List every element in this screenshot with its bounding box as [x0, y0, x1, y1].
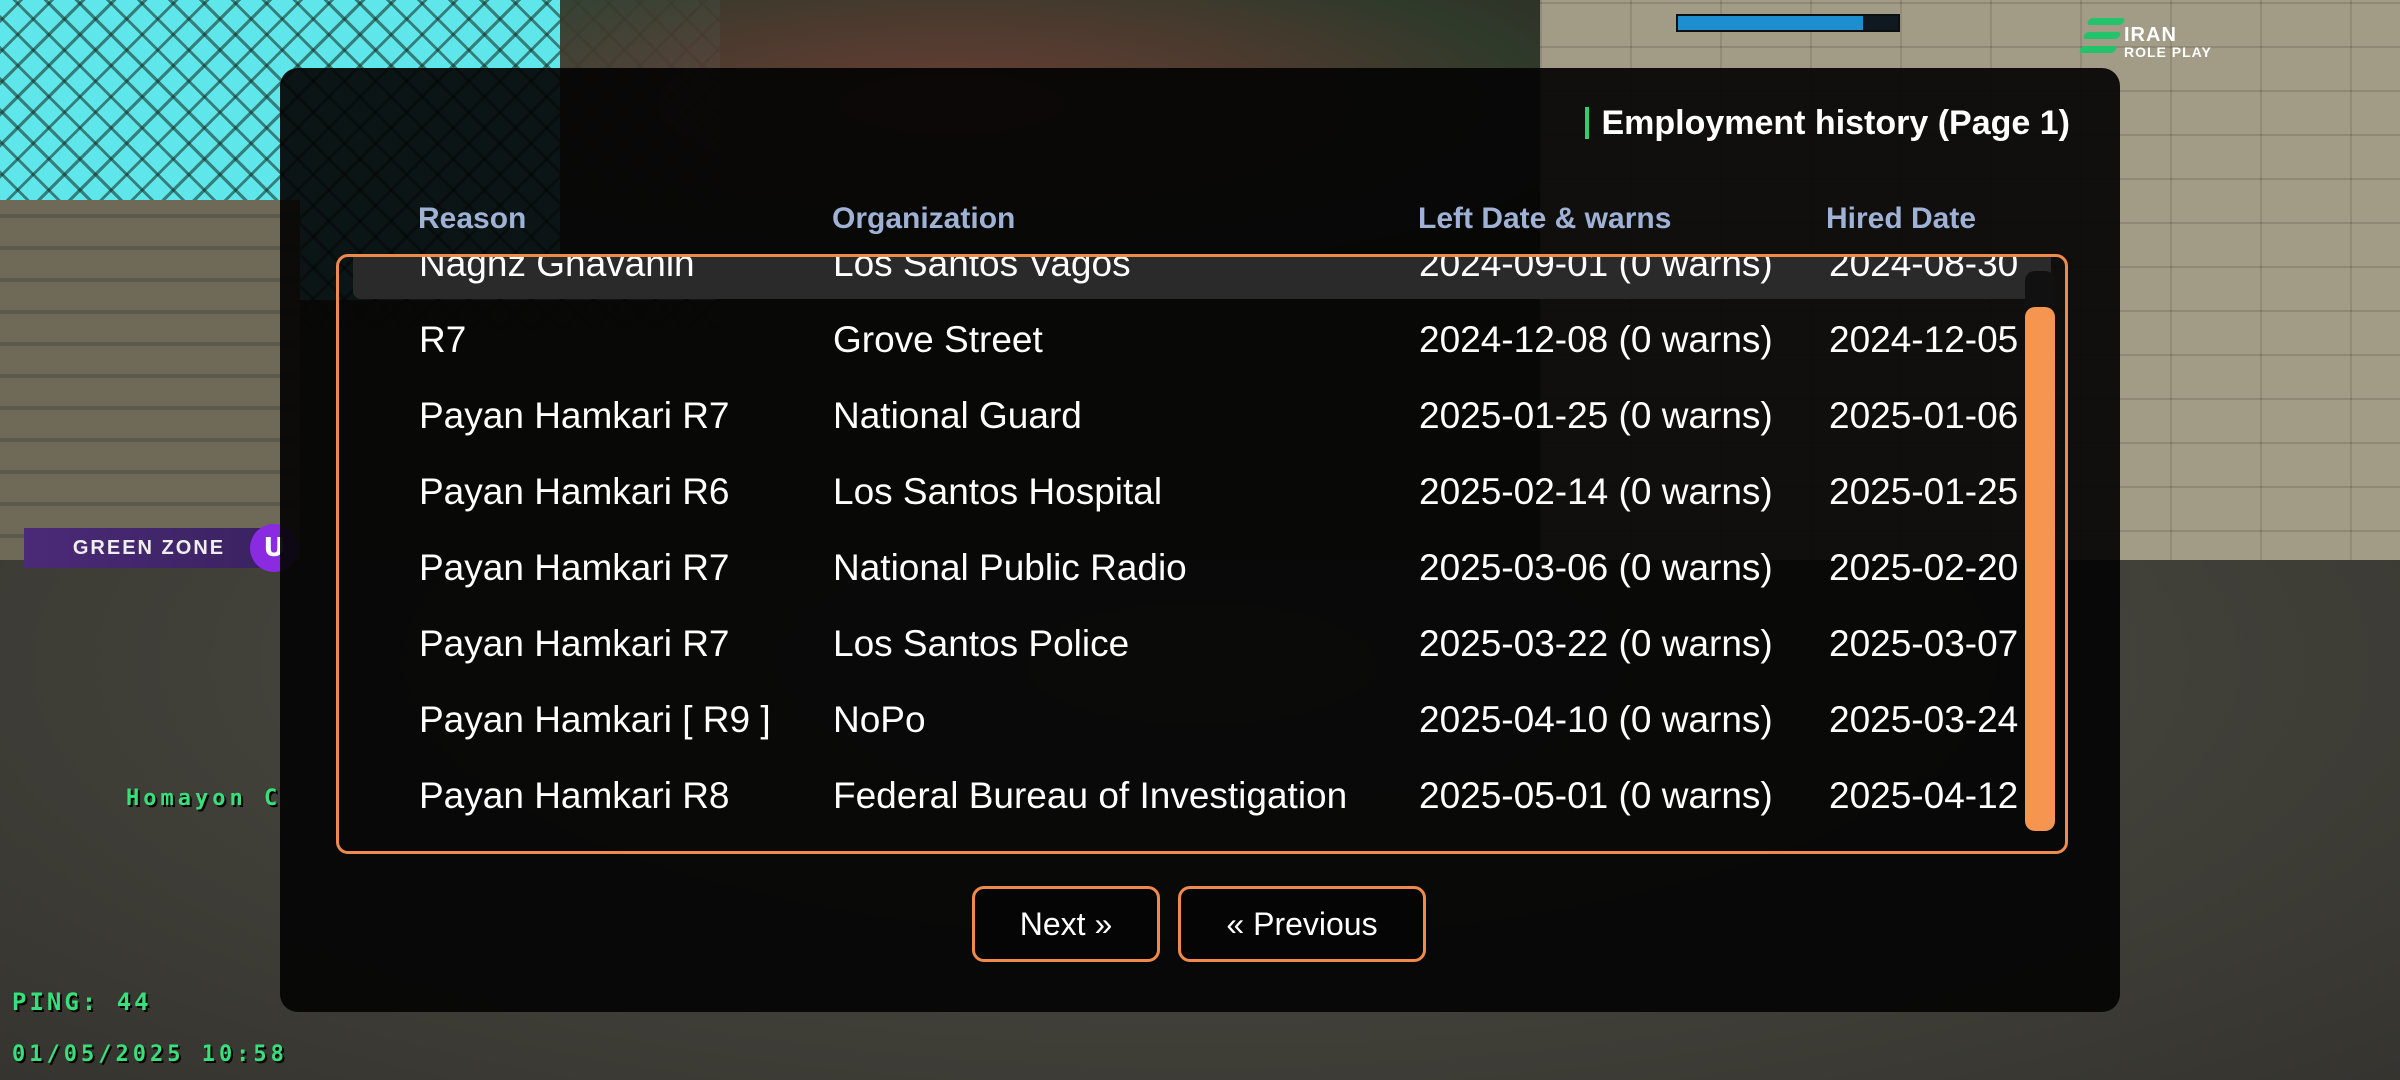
column-header-left-date: Left Date & warns	[1418, 202, 1672, 235]
player-name-tag: Homayon C	[126, 786, 282, 811]
table-row[interactable]: Payan Hamkari [ R9 ] NoPo 2025-04-10 (0 wa…	[339, 685, 2065, 761]
organization-cell: NoPo	[833, 699, 926, 740]
zone-label: GREEN ZONE	[24, 528, 274, 568]
left-date-cell: 2025-01-25 (0 warns)	[1419, 395, 1773, 436]
table-row[interactable]: Payan Hamkari R7 Los Santos Police 2025-03…	[339, 609, 2065, 685]
datetime-readout: 01/05/2025 10:58	[12, 1042, 288, 1067]
reason-cell: Naghz Ghavanin	[419, 254, 695, 284]
table-row[interactable]: Payan Hamkari R6 Los Santos Hospital 2025-…	[339, 457, 2065, 533]
reason-cell: Payan Hamkari R7	[419, 547, 730, 588]
scrollbar[interactable]	[2025, 271, 2055, 837]
next-page-button[interactable]: Next »	[972, 886, 1160, 962]
reason-cell: Payan Hamkari R6	[419, 471, 730, 512]
organization-cell: National Guard	[833, 395, 1082, 436]
hired-date-cell: 2025-04-12	[1829, 775, 2019, 816]
table-row[interactable]: R7 Grove Street 2024-12-08 (0 warns) 2024-1…	[339, 305, 2065, 381]
dialog-title-text: Employment history (Page 1)	[1601, 104, 2070, 142]
reason-cell: Payan Hamkari R7	[419, 395, 730, 436]
dialog-title: Employment history (Page 1)	[1585, 104, 2070, 143]
organization-cell: Los Santos Vagos	[833, 254, 1131, 284]
left-date-cell: 2025-02-14 (0 warns)	[1419, 471, 1773, 512]
employment-history-dialog: Employment history (Page 1) Reason Organ…	[280, 68, 2120, 1012]
hired-date-cell: 2025-01-25	[1829, 471, 2019, 512]
table-row[interactable]: Payan Hamkari R7 National Guard 2025-01-25…	[339, 381, 2065, 457]
health-bar-fill	[1678, 16, 1863, 30]
organization-cell: Federal Bureau of Investigation	[833, 775, 1348, 816]
column-header-reason: Reason	[418, 202, 527, 235]
logo-icon	[2078, 18, 2126, 58]
scrollbar-thumb[interactable]	[2025, 307, 2055, 831]
history-rows: Naghz Ghavanin Los Santos Vagos 2024-09-01…	[339, 254, 2065, 837]
hired-date-cell: 2025-01-06	[1829, 395, 2019, 436]
zone-badge: GREEN ZONE U	[24, 524, 324, 572]
left-date-cell: 2025-03-06 (0 warns)	[1419, 547, 1773, 588]
ping-readout: PING: 44	[12, 988, 152, 1016]
title-accent	[1585, 107, 1590, 140]
logo-text-line2: ROLE PLAY	[2124, 44, 2212, 60]
left-date-cell: 2024-09-01 (0 warns)	[1419, 254, 1773, 284]
reason-cell: Payan Hamkari [ R9 ]	[419, 699, 771, 740]
table-row[interactable]: Naghz Ghavanin Los Santos Vagos 2024-09-01…	[339, 254, 2065, 305]
organization-cell: Grove Street	[833, 319, 1043, 360]
reason-cell: Payan Hamkari R7	[419, 623, 730, 664]
column-header-organization: Organization	[832, 202, 1016, 235]
scrollbar-track-top	[2025, 271, 2055, 307]
hired-date-cell: 2025-03-24	[1829, 699, 2019, 740]
hired-date-cell: 2025-02-20	[1829, 547, 2019, 588]
reason-cell: R7	[419, 319, 467, 360]
left-date-cell: 2025-04-10 (0 warns)	[1419, 699, 1773, 740]
left-date-cell: 2025-03-22 (0 warns)	[1419, 623, 1773, 664]
hired-date-cell: 2025-03-07	[1829, 623, 2019, 664]
organization-cell: Los Santos Police	[833, 623, 1130, 664]
organization-cell: Los Santos Hospital	[833, 471, 1163, 512]
history-list[interactable]: Naghz Ghavanin Los Santos Vagos 2024-09-01…	[336, 254, 2068, 854]
server-logo: IRAN ROLE PLAY	[2078, 14, 2230, 64]
previous-page-button[interactable]: « Previous	[1178, 886, 1426, 962]
table-row[interactable]: Payan Hamkari R8 Federal Bureau of Invest…	[339, 761, 2065, 837]
hired-date-cell: 2024-12-05	[1829, 319, 2019, 360]
organization-cell: National Public Radio	[833, 547, 1187, 588]
reason-cell: Payan Hamkari R8	[419, 775, 730, 816]
column-header-hired-date: Hired Date	[1826, 202, 1977, 235]
hired-date-cell: 2024-08-30	[1829, 254, 2019, 284]
left-date-cell: 2025-05-01 (0 warns)	[1419, 775, 1773, 816]
table-row[interactable]: Payan Hamkari R7 National Public Radio 202…	[339, 533, 2065, 609]
health-bar	[1676, 14, 1900, 32]
left-date-cell: 2024-12-08 (0 warns)	[1419, 319, 1773, 360]
